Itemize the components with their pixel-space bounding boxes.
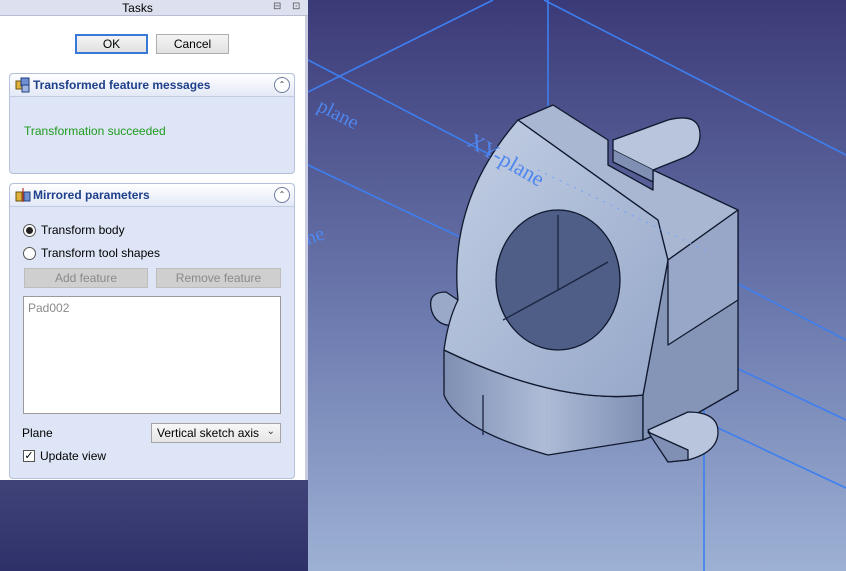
status-message: Transformation succeeded	[24, 124, 166, 138]
update-view-label[interactable]: Update view	[40, 449, 106, 463]
plane-select-value: Vertical sketch axis	[157, 426, 260, 440]
plane-label: Plane	[22, 426, 53, 440]
mirrored-group: Mirrored parameters ⌃ Transform body Tra…	[9, 183, 295, 479]
3d-viewport[interactable]: plane ne XY-plane	[308, 0, 846, 571]
tasks-panel: Tasks ⊟ ⊡ OK Cancel Transformed feature …	[0, 0, 308, 571]
transform-body-label[interactable]: Transform body	[41, 223, 125, 237]
float-icon[interactable]: ⊟	[273, 1, 281, 12]
transform-tool-label[interactable]: Transform tool shapes	[41, 246, 160, 260]
messages-title: Transformed feature messages	[33, 78, 211, 92]
transform-tool-radio[interactable]	[23, 247, 36, 260]
tasks-titlebar: Tasks ⊟ ⊡	[0, 0, 308, 16]
cancel-button[interactable]: Cancel	[156, 34, 229, 54]
update-view-checkbox[interactable]: ✓	[23, 450, 35, 462]
transform-body-radio[interactable]	[23, 224, 36, 237]
plane-select[interactable]: Vertical sketch axis ⌄	[151, 423, 281, 443]
mirrored-icon	[15, 188, 31, 202]
messages-group: Transformed feature messages ⌃ Transform…	[9, 73, 295, 174]
mirrored-header[interactable]: Mirrored parameters ⌃	[10, 184, 294, 207]
collapse-chevron-icon[interactable]: ⌃	[274, 77, 290, 93]
add-feature-button[interactable]: Add feature	[24, 268, 148, 288]
list-item[interactable]: Pad002	[28, 301, 69, 315]
remove-feature-button[interactable]: Remove feature	[156, 268, 281, 288]
pattern-feature-icon	[15, 77, 30, 93]
feature-list[interactable]: Pad002	[23, 296, 281, 414]
dock-icon[interactable]: ⊡	[292, 1, 300, 12]
chevron-down-icon: ⌄	[266, 426, 275, 437]
messages-header[interactable]: Transformed feature messages ⌃	[10, 74, 294, 97]
tasks-content: OK Cancel Transformed feature messages ⌃…	[0, 16, 308, 480]
collapse-chevron-icon[interactable]: ⌃	[274, 187, 290, 203]
mirrored-title: Mirrored parameters	[33, 188, 150, 202]
tasks-empty-area	[0, 480, 308, 571]
tasks-title: Tasks	[122, 1, 153, 15]
ok-button[interactable]: OK	[75, 34, 148, 54]
